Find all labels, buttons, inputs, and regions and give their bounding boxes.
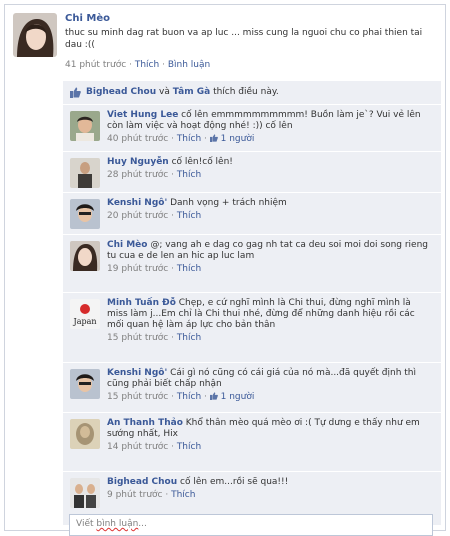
comment-like-link[interactable]: Thích [177,134,201,144]
commenter-avatar[interactable]: Japan [70,299,100,329]
comment: Viet Hung Lee cố lên emmmmmmmmmm! Buồn l… [63,105,441,152]
comment-time[interactable]: 19 phút trước [107,264,168,274]
commenter-name[interactable]: Kenshi Ngô' [107,198,167,208]
comment-time[interactable]: 28 phút trước [107,170,168,180]
post-author-name[interactable]: Chi Mèo [65,13,110,24]
comment-time[interactable]: 9 phút trước [107,490,163,500]
commenter-name[interactable]: An Thanh Thảo [107,418,183,428]
commenter-name[interactable]: Viet Hung Lee [107,110,178,120]
comment-time[interactable]: 40 phút trước [107,134,168,144]
commenter-avatar[interactable] [70,478,100,508]
comment: Bighead Chou cố lên em...rồi sẽ qua!!! 9… [63,472,441,510]
comment-like-link[interactable]: Thích [171,490,195,500]
feed-post: Chi Mèo thuc su minh dag rat buon va ap … [4,4,446,536]
comment: Kenshi Ngô' Cái gì nó cũng có cái giá củ… [63,363,441,413]
thumbs-up-icon [209,392,218,400]
commenter-name[interactable]: Minh Tuấn Đỗ [107,298,176,308]
comment-text: Danh vọng + trách nhiệm [170,198,287,208]
feedback-section: Bighead Chou và Tâm Gà thích điều này. V… [63,81,441,536]
author-avatar[interactable] [13,13,57,57]
comment-text: @; vang ah e dag co gag nh tat ca deu so… [107,240,429,261]
post-meta: 41 phút trước · Thích · Bình luận [65,60,211,70]
comment-time[interactable]: 14 phút trước [107,442,168,452]
comment: Huy Nguyễn cố lên!cố lên! 28 phút trước … [63,152,441,193]
comment-like-link[interactable]: Thích [177,392,201,402]
commenter-name[interactable]: Huy Nguyễn [107,157,169,167]
comment-like-count[interactable]: 1 người [221,134,255,144]
post-comment-link[interactable]: Bình luận [168,60,210,70]
comment-like-link[interactable]: Thích [177,442,201,452]
liker-name-1[interactable]: Bighead Chou [86,87,156,97]
commenter-avatar[interactable] [70,369,100,399]
comment-like-link[interactable]: Thích [177,333,201,343]
commenter-name[interactable]: Kenshi Ngô' [107,368,167,378]
comment-time[interactable]: 20 phút trước [107,211,168,221]
commenter-avatar[interactable] [70,199,100,229]
comment-like-link[interactable]: Thích [177,264,201,274]
avatar-logo-text: Japan [72,317,96,326]
comment-like-link[interactable]: Thích [177,211,201,221]
comment-input[interactable]: Viết bình luận... [69,514,433,536]
commenter-avatar[interactable] [70,241,100,271]
comment: Chi Mèo @; vang ah e dag co gag nh tat c… [63,235,441,293]
comment-text: cố lên em...rồi sẽ qua!!! [180,477,289,487]
comment: An Thanh Thảo Khổ thân mèo quá mèo ơi :(… [63,413,441,472]
likes-summary: Bighead Chou và Tâm Gà thích điều này. [63,81,441,105]
commenter-name[interactable]: Bighead Chou [107,477,177,487]
commenter-avatar[interactable] [70,158,100,188]
post-time[interactable]: 41 phút trước [65,60,126,70]
commenter-name[interactable]: Chi Mèo [107,240,147,250]
post-like-link[interactable]: Thích [135,60,159,70]
comment-text: cố lên!cố lên! [171,157,233,167]
commenter-avatar[interactable] [70,419,100,449]
thumbs-up-icon [70,87,81,98]
comment-like-link[interactable]: Thích [177,170,201,180]
comment-time[interactable]: 15 phút trước [107,392,168,402]
commenter-avatar[interactable] [70,111,100,141]
comment: Kenshi Ngô' Danh vọng + trách nhiệm 20 p… [63,193,441,235]
post-text: thuc su minh dag rat buon va ap luc ... … [65,28,423,50]
comment-like-count[interactable]: 1 người [221,392,255,402]
comment-time[interactable]: 15 phút trước [107,333,168,343]
comment: Japan Minh Tuấn Đỗ Chẹp, e cứ nghĩ mình … [63,293,441,363]
thumbs-up-icon [209,134,218,142]
liker-name-2[interactable]: Tâm Gà [173,87,210,97]
